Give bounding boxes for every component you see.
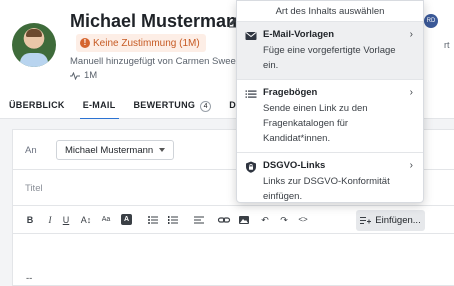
menu-item-email-templates[interactable]: E-Mail-Vorlagen Füge eine vorgefertigte …: [237, 22, 423, 80]
menu-item-gdpr-links[interactable]: DSGVO-Links Links zur DSGVO-Konformität …: [237, 153, 423, 210]
font-size-button[interactable]: A↕: [79, 213, 93, 227]
activity-info: 1M: [70, 70, 97, 81]
menu-item-title: DSGVO-Links: [263, 160, 326, 171]
italic-button[interactable]: I: [43, 213, 57, 227]
tab-count-badge: 4: [200, 100, 212, 112]
candidate-name: Michael Mustermann: [70, 11, 249, 31]
menu-header: Art des Inhalts auswählen: [237, 1, 423, 22]
added-by-text: Manuell hinzugefügt von Carmen Sweetw: [70, 56, 240, 67]
underline-button[interactable]: U: [59, 213, 73, 227]
warning-icon: !: [80, 38, 90, 48]
formatting-toolbar: B I U A↕ Aa A ↶ ↷ <> Einfügen...: [13, 206, 454, 234]
align-left-icon[interactable]: [192, 213, 206, 227]
avatar-shirt: [20, 53, 48, 67]
content-type-menu: Art des Inhalts auswählen E-Mail-Vorlage…: [236, 0, 424, 203]
recipient-select[interactable]: Michael Mustermann: [56, 140, 175, 160]
tab-label: BEWERTUNG: [133, 99, 196, 110]
tab-label: E-MAIL: [82, 99, 116, 110]
truncated-text: rt: [444, 40, 450, 50]
undo-icon[interactable]: ↶: [258, 213, 272, 227]
tab-email[interactable]: E-MAIL: [74, 92, 125, 120]
insert-button[interactable]: Einfügen...: [356, 210, 425, 231]
list-icon: [245, 90, 257, 98]
user-initials-badge[interactable]: RD: [424, 14, 438, 28]
chevron-right-icon: ›: [409, 160, 413, 171]
chevron-right-icon: ›: [409, 29, 413, 40]
signature-separator: --: [26, 273, 33, 284]
menu-item-title: E-Mail-Vorlagen: [263, 29, 335, 40]
tab-rating[interactable]: BEWERTUNG 4: [125, 92, 221, 119]
menu-item-description: Sende einen Link zu den Fragenkatalogen …: [263, 103, 368, 144]
subject-placeholder: Titel: [25, 183, 43, 194]
recipient-value: Michael Mustermann: [65, 144, 154, 156]
activity-age: 1M: [84, 70, 98, 81]
text-case-button[interactable]: Aa: [99, 213, 113, 227]
insert-button-label: Einfügen...: [375, 215, 421, 226]
code-icon[interactable]: <>: [296, 213, 310, 227]
bold-button[interactable]: B: [23, 213, 37, 227]
menu-item-description: Links zur DSGVO-Konformität einfügen.: [263, 176, 390, 202]
avatar: [12, 23, 56, 67]
menu-item-title: Fragebögen: [263, 87, 318, 98]
avatar-hair: [26, 29, 42, 37]
activity-icon: [70, 71, 80, 80]
numbered-list-icon[interactable]: [166, 213, 180, 227]
shield-lock-icon: [246, 161, 256, 173]
image-icon[interactable]: [237, 213, 251, 227]
consent-status-label: Keine Zustimmung (1M): [93, 37, 200, 49]
consent-status-badge[interactable]: ! Keine Zustimmung (1M): [76, 34, 206, 52]
tab-overview[interactable]: ÜBERBLICK: [0, 92, 74, 119]
insert-list-icon: [360, 217, 372, 224]
mail-icon: [245, 32, 257, 40]
caret-down-icon: [159, 148, 166, 152]
redo-icon[interactable]: ↷: [277, 213, 291, 227]
to-label: An: [25, 145, 37, 156]
tab-label: ÜBERBLICK: [9, 99, 65, 110]
menu-item-description: Füge eine vorgefertigte Vorlage ein.: [263, 45, 396, 71]
bullet-list-icon[interactable]: [146, 213, 160, 227]
chevron-right-icon: ›: [409, 87, 413, 98]
highlight-button[interactable]: A: [121, 214, 132, 225]
menu-item-questionnaires[interactable]: Fragebögen Sende einen Link zu den Frage…: [237, 80, 423, 153]
link-icon[interactable]: [217, 213, 231, 227]
